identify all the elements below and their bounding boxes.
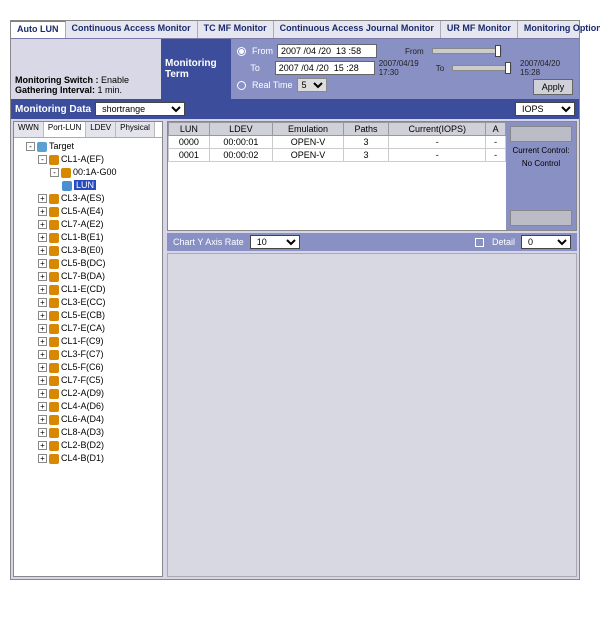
tab-urmf[interactable]: UR MF Monitor [441,21,518,38]
status-panel: Monitoring Switch : Enable Gathering Int… [11,39,161,99]
to-input[interactable] [275,61,375,75]
apply-button[interactable]: Apply [533,79,573,95]
current-control-label: Current Control: [510,146,572,155]
subtab-ldev[interactable]: LDEV [86,122,116,137]
interval-value: 1 min. [98,85,123,95]
detail-check[interactable] [475,238,484,247]
metric-select[interactable]: IOPS [515,102,575,116]
tree-node[interactable]: -CL1-A(EF) [16,153,160,166]
tree-node[interactable]: +CL7-B(DA) [16,270,160,283]
col-header[interactable]: Current(IOPS) [389,123,486,136]
tree-node[interactable]: +CL2-B(D2) [16,439,160,452]
tree-node[interactable]: +CL3-B(E0) [16,244,160,257]
table-panel: LUNLDEVEmulationPathsCurrent(IOPS)A 0000… [167,121,577,231]
mode-select[interactable]: shortrange [95,102,185,116]
main-tabs: Auto LUN Continuous Access Monitor TC MF… [11,21,579,39]
detail-label: Detail [492,237,515,247]
table-row[interactable]: 000000:00:01OPEN-V3-- [169,136,506,149]
tab-tcmf[interactable]: TC MF Monitor [198,21,274,38]
side-btn-2[interactable] [510,210,572,226]
app-window: Auto LUN Continuous Access Monitor TC MF… [10,20,580,580]
tree-node[interactable]: -00:1A-G00 [16,166,160,179]
subtab-wwn[interactable]: WWN [14,122,44,137]
to-slider[interactable] [452,65,512,71]
tree-root[interactable]: -Target [16,140,160,153]
col-header[interactable]: Paths [343,123,388,136]
tree-node[interactable]: +CL3-F(C7) [16,348,160,361]
realtime-select[interactable]: 5 [297,78,327,92]
radio-realtime[interactable] [237,81,246,90]
tree-node[interactable]: +CL3-A(ES) [16,192,160,205]
data-label: Monitoring Data [15,104,91,115]
tree-panel: WWN Port-LUN LDEV Physical -Target -CL1-… [13,121,163,577]
tree-node[interactable]: +CL1-B(E1) [16,231,160,244]
from-label: From [252,46,273,56]
radio-from[interactable] [237,47,246,56]
chart-bar: Chart Y Axis Rate 10 Detail 0 [167,233,577,251]
interval-label: Gathering Interval: [15,85,95,95]
right-panel: LUNLDEVEmulationPathsCurrent(IOPS)A 0000… [167,121,577,577]
switch-label: Monitoring Switch : [15,75,99,85]
tab-auto-lun[interactable]: Auto LUN [11,21,66,38]
tree-node[interactable]: +CL5-E(CB) [16,309,160,322]
tree-node[interactable]: +CL7-A(E2) [16,218,160,231]
term-title: Monitoring Term [161,39,231,99]
tab-cont-access[interactable]: Continuous Access Monitor [66,21,198,38]
col-header[interactable]: LUN [169,123,210,136]
to-label: To [250,63,260,73]
tree-node[interactable]: +CL1-E(CD) [16,283,160,296]
subtab-physical[interactable]: Physical [116,122,155,137]
lun-table: LUNLDEVEmulationPathsCurrent(IOPS)A 0000… [168,122,506,162]
col-header[interactable]: LDEV [209,123,272,136]
chart-area [167,253,577,577]
range-start: 2007/04/19 17:30 [379,59,432,77]
term-controls: From From To 2007/04/19 17:30 To 2007/04… [231,39,579,99]
tree-node[interactable]: +CL5-F(C6) [16,361,160,374]
detail-select[interactable]: 0 [521,235,571,249]
tree[interactable]: -Target -CL1-A(EF) -00:1A-G00 LUN +CL3-A… [14,138,162,576]
tree-node[interactable]: +CL8-A(D3) [16,426,160,439]
tree-node[interactable]: +CL7-F(C5) [16,374,160,387]
tab-cont-journal[interactable]: Continuous Access Journal Monitor [274,21,441,38]
col-header[interactable]: A [486,123,506,136]
monitoring-term-panel: Monitoring Switch : Enable Gathering Int… [11,39,579,99]
from-input[interactable] [277,44,377,58]
current-control-value: No Control [510,159,572,168]
tree-node[interactable]: +CL5-B(DC) [16,257,160,270]
tab-mon-options[interactable]: Monitoring Options [518,21,600,38]
side-btn-1[interactable] [510,126,572,142]
main-area: WWN Port-LUN LDEV Physical -Target -CL1-… [11,119,579,579]
tree-node[interactable]: +CL6-A(D4) [16,413,160,426]
tree-node[interactable]: +CL5-A(E4) [16,205,160,218]
from-slider[interactable] [432,48,502,54]
tree-node[interactable]: +CL7-E(CA) [16,322,160,335]
tree-node[interactable]: +CL4-B(D1) [16,452,160,465]
switch-value: Enable [101,75,129,85]
tree-node[interactable]: +CL3-E(CC) [16,296,160,309]
tree-node[interactable]: +CL1-F(C9) [16,335,160,348]
chart-rate-label: Chart Y Axis Rate [173,237,244,247]
chart-rate-select[interactable]: 10 [250,235,300,249]
range-end: 2007/04/20 15:28 [520,59,573,77]
monitoring-data-bar: Monitoring Data shortrange IOPS [11,99,579,119]
range-to-label: To [436,64,444,73]
tree-node[interactable]: +CL2-A(D9) [16,387,160,400]
realtime-label: Real Time [252,80,293,90]
range-from-label: From [405,47,424,56]
table-row[interactable]: 000100:00:02OPEN-V3-- [169,149,506,162]
side-buttons: Current Control: No Control [506,122,576,230]
subtab-portlun[interactable]: Port-LUN [44,122,86,137]
tree-node-selected[interactable]: LUN [16,179,160,192]
tree-node[interactable]: +CL4-A(D6) [16,400,160,413]
tree-tabs: WWN Port-LUN LDEV Physical [14,122,162,138]
col-header[interactable]: Emulation [273,123,344,136]
